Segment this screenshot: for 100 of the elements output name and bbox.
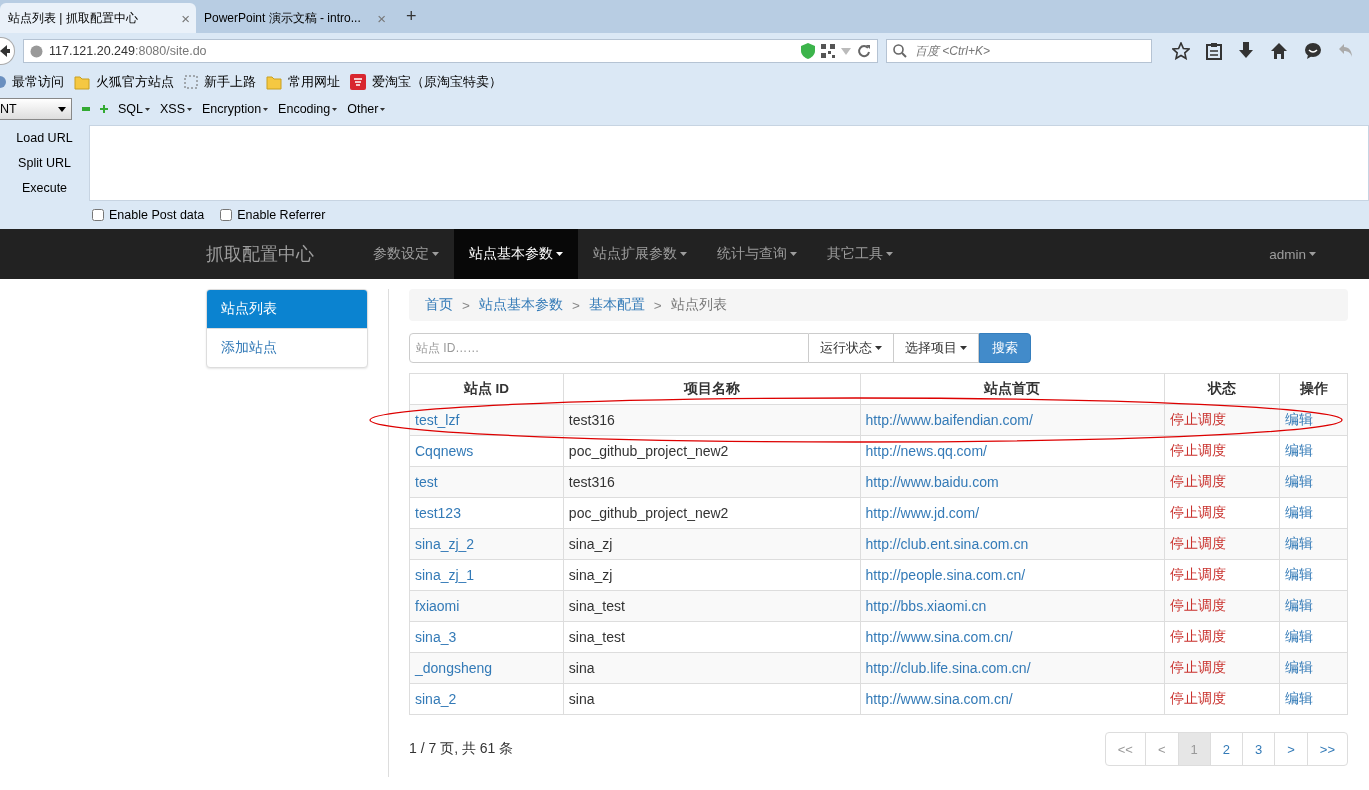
search-input[interactable]: 百度 <Ctrl+K> xyxy=(913,43,1137,59)
checkbox-label: Enable Post data xyxy=(109,208,205,222)
browser-tab[interactable]: PowerPoint 演示文稿 - intro... × xyxy=(196,3,392,33)
bookmark-link[interactable]: 常用网址 xyxy=(288,73,340,91)
site-id-link[interactable]: fxiaomi xyxy=(415,598,460,614)
checkbox-label: Enable Referrer xyxy=(237,208,326,222)
homepage-link[interactable]: http://news.qq.com/ xyxy=(865,443,987,459)
home-icon[interactable] xyxy=(1270,42,1288,60)
hackbar-menu[interactable]: SQL xyxy=(118,102,150,116)
table-cell: poc_github_project_new2 xyxy=(563,497,861,529)
nav-menu[interactable]: 统计与查询 xyxy=(702,229,812,279)
nav-menu[interactable]: 站点扩展参数 xyxy=(578,229,702,279)
site-id-link[interactable]: sina_2 xyxy=(415,691,457,707)
filter-dropdown[interactable]: 运行状态 xyxy=(809,333,894,363)
download-icon[interactable] xyxy=(1238,42,1254,60)
site-id-field[interactable]: 站点 ID…… xyxy=(409,333,809,363)
caret-icon xyxy=(58,106,66,112)
status-text: 停止调度 xyxy=(1164,590,1280,622)
hackbar-menu[interactable]: Other xyxy=(347,102,386,116)
table-cell: sina xyxy=(563,683,861,715)
chat-icon[interactable] xyxy=(1304,42,1322,60)
nav-menu[interactable]: 其它工具 xyxy=(812,229,908,279)
page-button[interactable]: 2 xyxy=(1209,732,1243,766)
clipboard-icon[interactable] xyxy=(1206,42,1222,60)
dashed-square-icon xyxy=(184,75,198,89)
search-field[interactable]: 百度 <Ctrl+K> xyxy=(886,39,1152,63)
address-field[interactable]: 117.121.20.249:8080/site.do xyxy=(23,39,878,63)
site-id-link[interactable]: test xyxy=(415,474,438,490)
status-text: 停止调度 xyxy=(1164,466,1280,498)
checkbox[interactable] xyxy=(220,209,233,221)
page-button[interactable]: 3 xyxy=(1242,732,1276,766)
caret-icon xyxy=(332,107,338,111)
caret-icon xyxy=(875,346,882,350)
separator-text: > xyxy=(462,297,470,313)
hackbar-action[interactable]: Load URL xyxy=(16,130,73,145)
close-icon[interactable]: × xyxy=(377,9,386,27)
separator-text: > xyxy=(653,297,662,313)
page-button[interactable]: > xyxy=(1274,732,1308,766)
homepage-link[interactable]: http://www.jd.com/ xyxy=(865,505,980,521)
site-id-link[interactable]: Cqqnews xyxy=(415,443,474,459)
site-id-link[interactable]: test_lzf xyxy=(415,412,460,428)
caret-icon xyxy=(680,252,687,256)
folder-icon xyxy=(74,74,90,90)
checkbox[interactable] xyxy=(92,209,104,221)
nav-menu[interactable]: 参数设定 xyxy=(358,229,454,279)
table-cell: sina_test xyxy=(563,590,861,622)
search-icon xyxy=(893,44,907,58)
qr-code-icon xyxy=(821,44,835,58)
status-text: 停止调度 xyxy=(1164,652,1280,684)
hackbar-menu[interactable]: Encoding xyxy=(278,102,338,116)
hackbar-menu[interactable]: Encryption xyxy=(202,102,269,116)
star-icon[interactable] xyxy=(1172,42,1190,60)
status-text: 停止调度 xyxy=(1164,528,1280,560)
column-header: 状态 xyxy=(1164,373,1280,405)
bookmark-link[interactable]: 最常访问 xyxy=(12,73,64,91)
sidebar-item[interactable]: 添加站点 xyxy=(207,328,367,367)
bookmark-link[interactable]: 新手上路 xyxy=(204,73,256,91)
table-cell: sina_zj xyxy=(563,559,861,591)
hackbar-select[interactable]: NT xyxy=(0,98,72,120)
caret-icon xyxy=(145,107,150,111)
caret-icon xyxy=(556,252,563,256)
hackbar-menu[interactable]: XSS xyxy=(160,102,193,116)
hackbar-action[interactable]: Split URL xyxy=(18,156,71,170)
caret-icon xyxy=(790,252,797,256)
status-text: 停止调度 xyxy=(1164,683,1280,715)
tab-title: PowerPoint 演示文稿 - intro... xyxy=(204,9,361,27)
user-menu[interactable]: admin xyxy=(1254,229,1331,279)
bookmark-link[interactable]: 火狐官方站点 xyxy=(96,73,174,91)
caret-icon xyxy=(432,252,439,256)
site-id-link[interactable]: test123 xyxy=(415,505,461,521)
caret-icon xyxy=(187,107,193,111)
site-id-link[interactable]: sina_zj_2 xyxy=(415,536,475,552)
site-id-link[interactable]: sina_3 xyxy=(415,629,457,645)
caret-icon xyxy=(380,107,386,111)
search-button[interactable]: 搜索 xyxy=(979,333,1031,363)
close-icon[interactable]: × xyxy=(181,9,190,27)
breadcrumb-link[interactable]: 首页 xyxy=(425,296,453,314)
browser-tab[interactable]: 站点列表 | 抓取配置中心 × xyxy=(0,3,196,33)
caret-icon xyxy=(960,346,967,350)
tab-title: 站点列表 | 抓取配置中心 xyxy=(8,9,138,27)
caret-icon xyxy=(886,252,893,256)
breadcrumb-link[interactable]: 基本配置 xyxy=(588,296,645,314)
page-button[interactable]: >> xyxy=(1306,732,1348,766)
site-id-link[interactable]: sina_zj_1 xyxy=(415,567,475,583)
breadcrumb-link[interactable]: 站点基本参数 xyxy=(478,296,563,314)
brand-title[interactable]: 抓取配置中心 xyxy=(206,229,358,279)
status-text: 停止调度 xyxy=(1164,559,1280,591)
new-tab-button[interactable]: + xyxy=(392,6,431,33)
bookmark-link[interactable]: 爱淘宝（原淘宝特卖） xyxy=(372,73,502,91)
status-text: 停止调度 xyxy=(1164,621,1280,653)
filter-dropdown[interactable]: 选择项目 xyxy=(894,333,979,363)
table-cell: sina xyxy=(563,652,861,684)
reload-icon[interactable] xyxy=(857,44,871,58)
hackbar-action[interactable]: Execute xyxy=(21,181,68,196)
table-cell: sina_zj xyxy=(563,528,861,560)
sidebar-item[interactable]: 站点列表 xyxy=(207,290,367,328)
back-button[interactable] xyxy=(0,37,15,65)
nav-menu[interactable]: 站点基本参数 xyxy=(454,229,578,279)
homepage-link[interactable]: http://bbs.xiaomi.cn xyxy=(865,598,987,614)
status-text: 停止调度 xyxy=(1164,435,1280,467)
